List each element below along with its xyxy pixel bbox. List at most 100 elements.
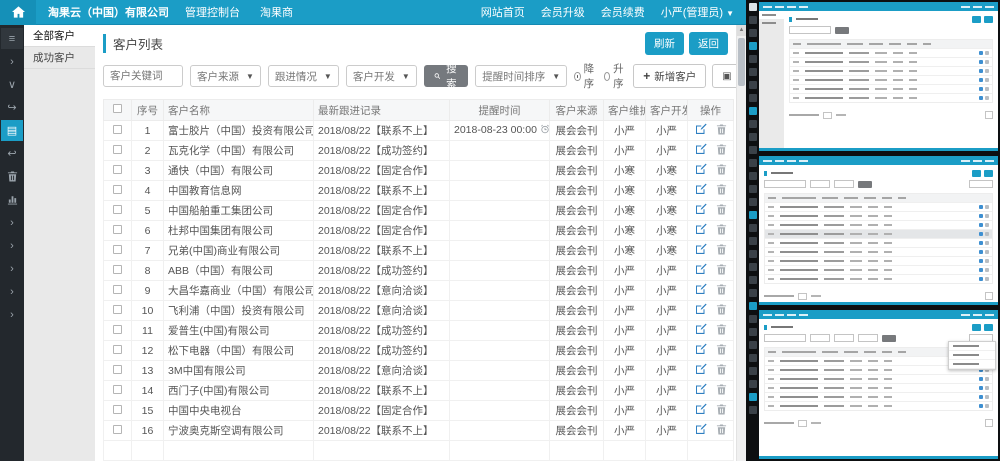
row-number: 15 <box>132 401 164 421</box>
nav-item-shop[interactable]: 淘果商 <box>260 4 293 20</box>
sign-out-icon[interactable]: ↩ <box>1 143 23 164</box>
edit-button[interactable] <box>692 243 710 258</box>
chevron-right-icon[interactable]: › <box>1 304 23 325</box>
delete-button[interactable] <box>713 203 730 218</box>
delete-button[interactable] <box>713 263 730 278</box>
home-icon[interactable] <box>0 0 36 25</box>
row-checkbox[interactable] <box>113 405 122 414</box>
delete-button[interactable] <box>713 223 730 238</box>
chevron-down-icon[interactable]: ∨ <box>1 74 23 95</box>
chevron-right-icon[interactable]: › <box>1 51 23 72</box>
preview-table-row <box>765 220 992 229</box>
refresh-button[interactable]: 刷新 <box>645 32 684 55</box>
row-checkbox[interactable] <box>113 305 122 314</box>
row-checkbox[interactable] <box>113 425 122 434</box>
nav-item-renew[interactable]: 会员续费 <box>601 4 645 20</box>
chevron-down-icon: ▼ <box>552 72 560 81</box>
scrollbar-thumb[interactable] <box>738 38 745 86</box>
submenu-item-0[interactable]: 全部客户 <box>24 25 95 47</box>
edit-button[interactable] <box>692 223 710 238</box>
row-checkbox[interactable] <box>113 245 122 254</box>
edit-button[interactable] <box>692 123 710 138</box>
sign-in-icon[interactable]: ↪ <box>1 97 23 118</box>
row-checkbox[interactable] <box>113 285 122 294</box>
edit-button[interactable] <box>692 143 710 158</box>
back-button[interactable]: 返回 <box>689 32 728 55</box>
keyword-input[interactable] <box>103 65 183 87</box>
edit-button[interactable] <box>692 263 710 278</box>
row-checkbox[interactable] <box>113 185 122 194</box>
edit-button[interactable] <box>692 343 710 358</box>
chevron-right-icon[interactable]: › <box>1 235 23 256</box>
delete-button[interactable] <box>713 303 730 318</box>
row-number: 13 <box>132 361 164 381</box>
chevron-right-icon[interactable]: › <box>1 281 23 302</box>
row-checkbox[interactable] <box>113 205 122 214</box>
customer-list-icon[interactable]: ▤ <box>1 120 23 141</box>
preview-topbar-dash <box>775 6 784 8</box>
chevron-right-icon[interactable]: › <box>1 258 23 279</box>
delete-button[interactable] <box>713 163 730 178</box>
nav-item-site-home[interactable]: 网站首页 <box>481 4 525 20</box>
delete-button[interactable] <box>713 123 730 138</box>
menu-icon[interactable]: ≡ <box>1 28 23 49</box>
row-checkbox[interactable] <box>113 265 122 274</box>
search-button[interactable]: 搜索 <box>424 65 469 87</box>
row-checkbox[interactable] <box>113 225 122 234</box>
delete-button[interactable] <box>713 143 730 158</box>
select-all-checkbox[interactable] <box>113 104 122 113</box>
delete-button[interactable] <box>713 383 730 398</box>
chevron-down-icon: ▼ <box>324 72 332 81</box>
developer-select[interactable]: 客户开发▼ <box>346 65 417 87</box>
edit-button[interactable] <box>692 323 710 338</box>
remind-sort-select[interactable]: 提醒时间排序▼ <box>475 65 567 87</box>
row-checkbox[interactable] <box>113 385 122 394</box>
edit-button[interactable] <box>692 163 710 178</box>
edit-button[interactable] <box>692 383 710 398</box>
customer-source: 展会会刊 <box>550 341 604 361</box>
delete-button[interactable] <box>713 363 730 378</box>
delete-button[interactable] <box>713 283 730 298</box>
vertical-scrollbar[interactable]: ▲ <box>736 25 746 461</box>
chart-icon[interactable] <box>1 189 23 210</box>
source-select[interactable]: 客户来源▼ <box>190 65 261 87</box>
row-checkbox[interactable] <box>113 345 122 354</box>
scrollbar-up-arrow[interactable]: ▲ <box>737 25 746 36</box>
edit-button[interactable] <box>692 363 710 378</box>
delete-button[interactable] <box>713 243 730 258</box>
chevron-right-icon[interactable]: › <box>1 212 23 233</box>
row-checkbox[interactable] <box>113 365 122 374</box>
row-checkbox[interactable] <box>113 145 122 154</box>
table-row: 5 中国船舶重工集团公司 2018/08/22【固定合作】 展会会刊 小寒 小寒 <box>104 201 734 221</box>
user-menu[interactable]: 小严(管理员)▼ <box>661 4 734 20</box>
row-checkbox[interactable] <box>113 125 122 134</box>
edit-button[interactable] <box>692 423 710 438</box>
add-customer-button[interactable]: +新增客户 <box>633 64 706 88</box>
delete-button[interactable] <box>713 403 730 418</box>
screenshot-root: 淘果云（中国）有限公司 管理控制台 淘果商 网站首页 会员升级 会员续费 小严(… <box>0 0 1000 461</box>
delete-button[interactable] <box>713 323 730 338</box>
asc-radio[interactable]: 升序 <box>604 61 627 91</box>
nav-item-console[interactable]: 管理控制台 <box>185 4 240 20</box>
edit-button[interactable] <box>692 403 710 418</box>
edit-button[interactable] <box>692 183 710 198</box>
edit-button[interactable] <box>692 303 710 318</box>
edit-button[interactable] <box>692 203 710 218</box>
trash-icon[interactable] <box>1 166 23 187</box>
preview-topbar-right <box>961 6 994 8</box>
nav-item-upgrade[interactable]: 会员升级 <box>541 4 585 20</box>
delete-button[interactable] <box>713 423 730 438</box>
reminder-list-preview <box>759 310 998 459</box>
edit-button[interactable] <box>692 283 710 298</box>
delete-button[interactable] <box>713 343 730 358</box>
preview-topbar-dash <box>961 6 970 8</box>
progress-select[interactable]: 跟进情况▼ <box>268 65 339 87</box>
row-operations <box>688 341 734 361</box>
preview-table-row <box>765 229 992 238</box>
delete-button[interactable] <box>713 183 730 198</box>
row-checkbox[interactable] <box>113 325 122 334</box>
submenu-item-1[interactable]: 成功客户 <box>24 47 95 69</box>
row-checkbox[interactable] <box>113 165 122 174</box>
desc-radio[interactable]: 降序 <box>574 61 597 91</box>
dock-app-icon <box>749 94 757 102</box>
